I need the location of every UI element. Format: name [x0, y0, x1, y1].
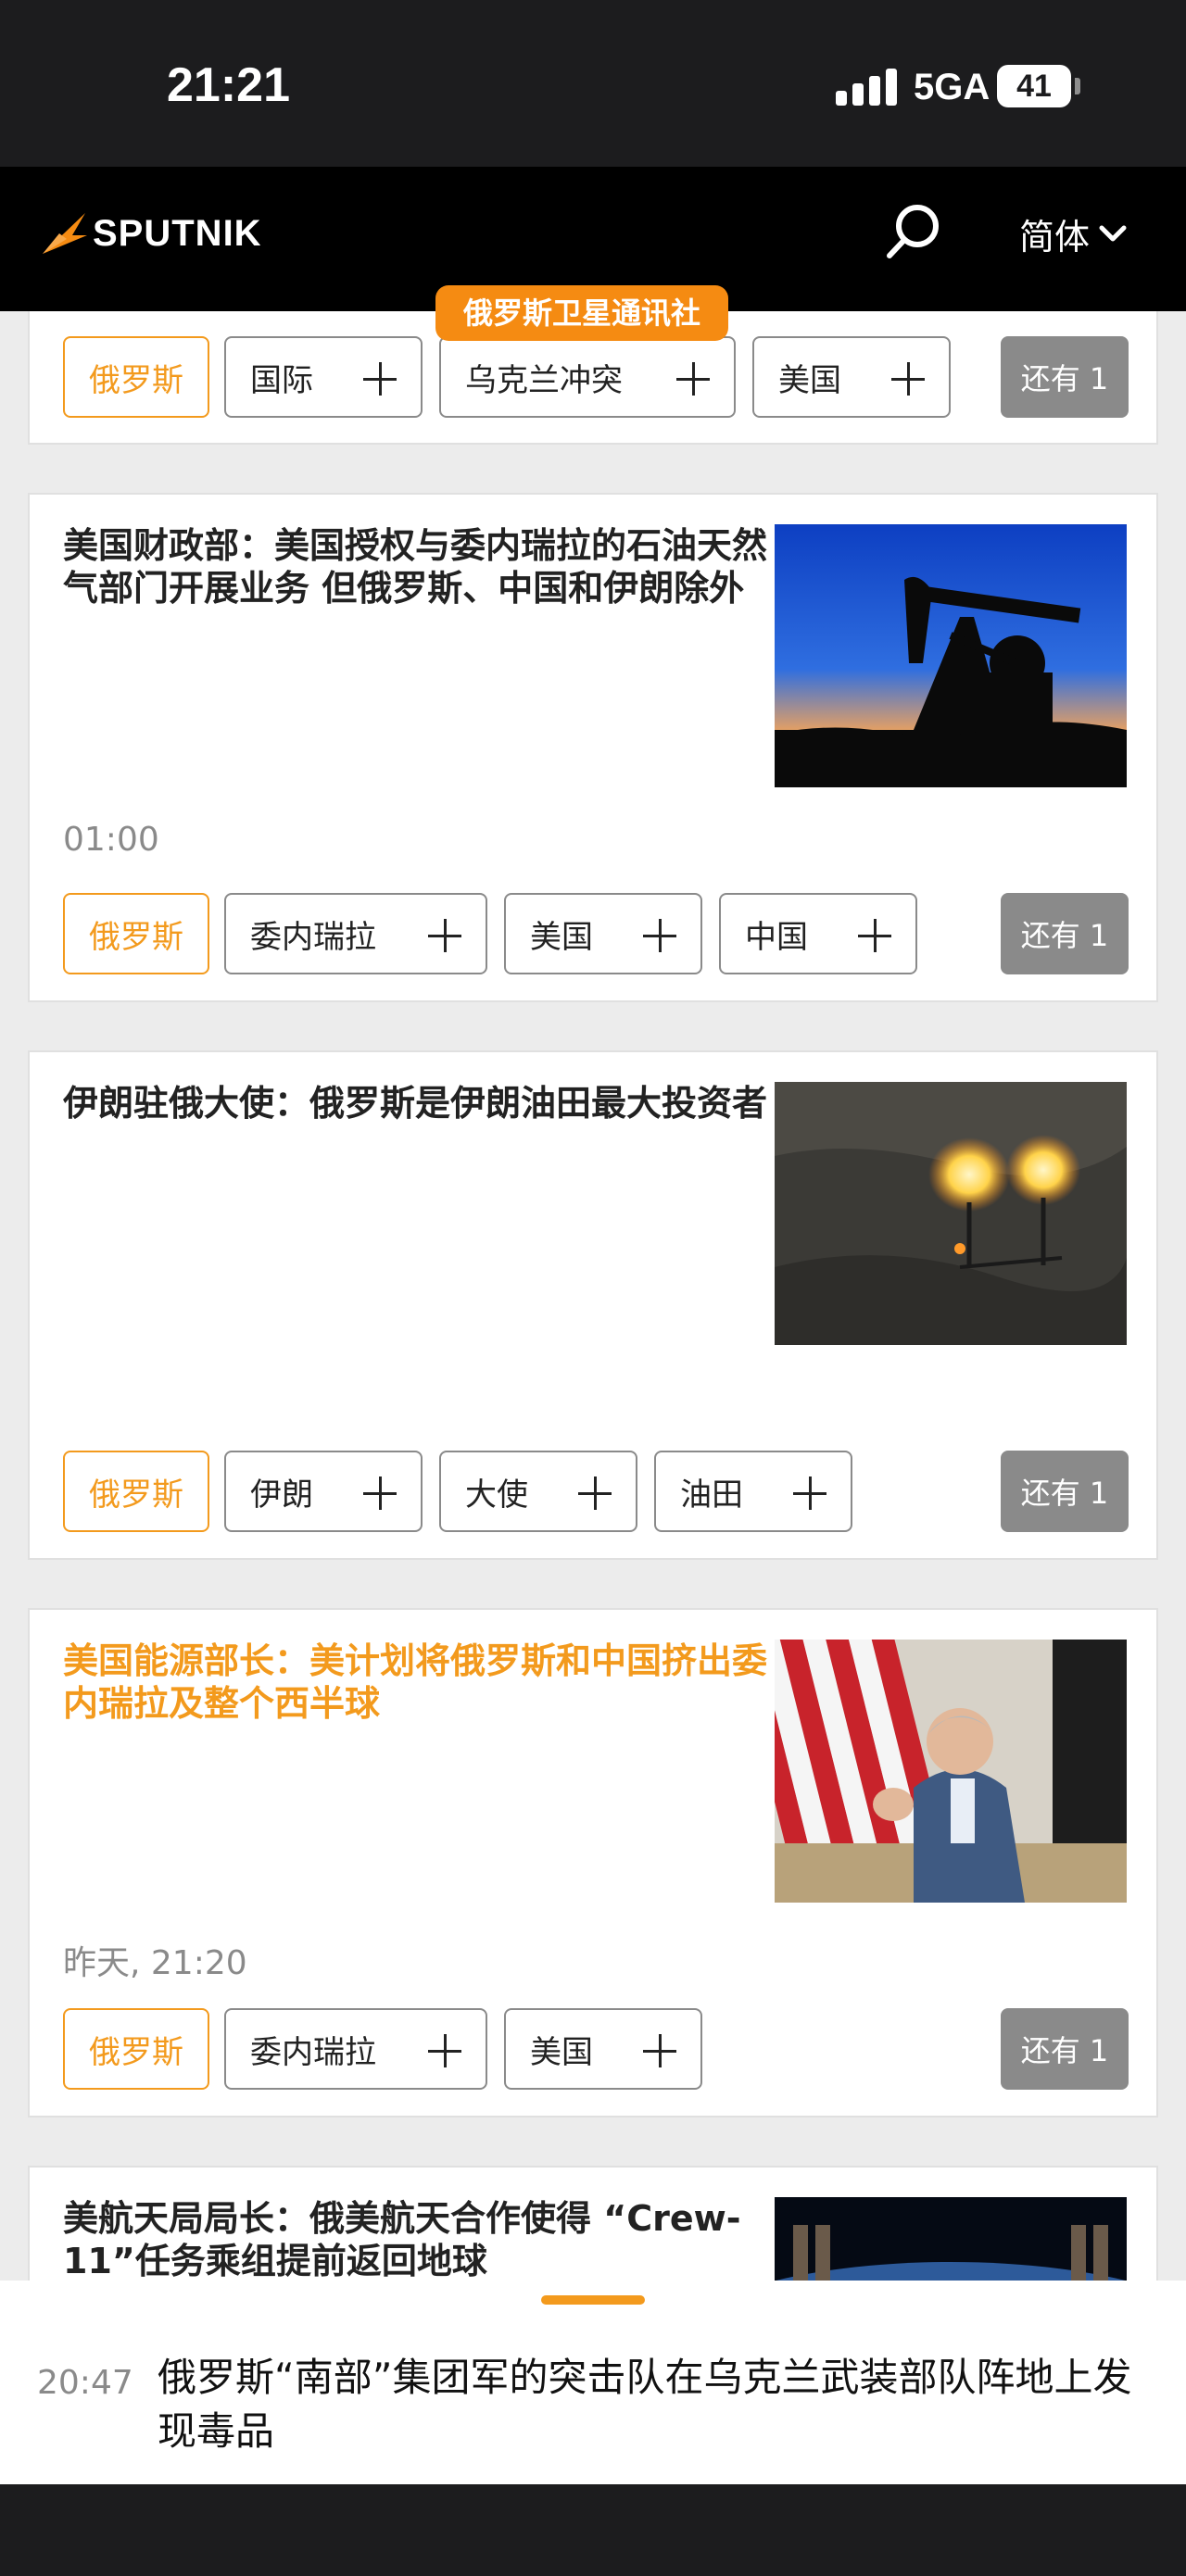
tag-label: 伊朗 [250, 1476, 313, 1514]
more-tags-button[interactable]: 还有 1 [1001, 336, 1129, 418]
tag-label: 大使 [465, 1476, 528, 1514]
article-title[interactable]: 美国财政部：美国授权与委内瑞拉的石油天然气部门开展业务 但俄罗斯、中国和伊朗除外 [63, 524, 776, 609]
tag-label: 美国 [530, 918, 593, 956]
plus-icon [363, 1476, 397, 1510]
plus-icon [428, 2034, 461, 2067]
sputnik-logo[interactable]: SPUTNIK [39, 206, 262, 261]
news-ticker[interactable]: 20:47 俄罗斯“南部”集团军的突击队在乌克兰武装部队阵地上发现毒品 [0, 2281, 1186, 2484]
article-title[interactable]: 美航天局局长：俄美航天合作使得 “Crew-11”任务乘组提前返回地球 [63, 2197, 776, 2281]
tag[interactable]: 乌克兰冲突 [439, 336, 736, 418]
tag[interactable]: 中国 [719, 893, 917, 974]
news-card[interactable]: 美国财政部：美国授权与委内瑞拉的石油天然气部门开展业务 但俄罗斯、中国和伊朗除外 [28, 493, 1158, 1002]
plus-icon [363, 362, 397, 396]
status-bar: 21:21 5GA 41 [0, 0, 1186, 167]
article-thumbnail[interactable] [775, 1082, 1127, 1345]
tag-label: 油田 [680, 1476, 743, 1514]
news-card[interactable]: 美国能源部长：美计划将俄罗斯和中国挤出委内瑞拉及整个西半球 昨天, 21:20 … [28, 1608, 1158, 2117]
article-title[interactable]: 美国能源部长：美计划将俄罗斯和中国挤出委内瑞拉及整个西半球 [63, 1640, 776, 1725]
news-card[interactable]: 美航天局局长：俄美航天合作使得 “Crew-11”任务乘组提前返回地球 [28, 2166, 1158, 2281]
plus-icon [578, 1476, 612, 1510]
tag-primary[interactable]: 俄罗斯 [63, 2008, 209, 2090]
tag[interactable]: 油田 [654, 1451, 852, 1532]
plus-icon [891, 362, 925, 396]
space-station-image [775, 2197, 1127, 2281]
plus-icon [858, 919, 891, 952]
more-tags-button[interactable]: 还有 1 [1001, 1451, 1129, 1532]
tag-label: 美国 [530, 2033, 593, 2071]
brand-badge: 俄罗斯卫星通讯社 [435, 285, 729, 341]
more-tags-button[interactable]: 还有 1 [1001, 893, 1129, 974]
gas-flare-image [775, 1082, 1127, 1345]
tag-row: 俄罗斯 委内瑞拉 美国 还有 1 [63, 2008, 1129, 2090]
language-selector[interactable]: 简体 [1019, 204, 1127, 263]
sputnik-logo-icon [43, 213, 87, 254]
ticker-handle[interactable] [541, 2295, 645, 2305]
tag[interactable]: 委内瑞拉 [224, 893, 487, 974]
plus-icon [676, 362, 710, 396]
language-label: 简体 [1019, 216, 1091, 258]
plus-icon [428, 919, 461, 952]
home-indicator-bar [0, 2484, 1186, 2576]
search-icon [887, 205, 939, 258]
battery-tip [1075, 78, 1080, 94]
signal-icon [836, 67, 897, 106]
tag-label: 委内瑞拉 [250, 2033, 376, 2071]
tag-row: 俄罗斯 委内瑞拉 美国 中国 还有 1 [63, 893, 1129, 974]
tag-label: 国际 [250, 361, 313, 399]
article-time: 01:00 [63, 821, 159, 859]
plus-icon [643, 2034, 676, 2067]
search-button[interactable] [880, 198, 947, 265]
tag[interactable]: 国际 [224, 336, 423, 418]
tag-label: 中国 [745, 918, 808, 956]
ticker-headline[interactable]: 俄罗斯“南部”集团军的突击队在乌克兰武装部队阵地上发现毒品 [158, 2351, 1158, 2458]
speaker-photo-image [775, 1640, 1127, 1903]
article-thumbnail[interactable] [775, 1640, 1127, 1903]
more-tags-button[interactable]: 还有 1 [1001, 2008, 1129, 2090]
tag-label: 委内瑞拉 [250, 918, 376, 956]
status-time: 21:21 [167, 58, 290, 112]
tag-label: 美国 [778, 361, 841, 399]
tag-label: 乌克兰冲突 [465, 361, 623, 399]
news-card[interactable]: 伊朗驻俄大使：俄罗斯是伊朗油田最大投资者 俄罗斯 伊朗 大使 油田 还有 1 [28, 1050, 1158, 1560]
oil-pump-image [775, 524, 1127, 787]
chevron-down-icon [1099, 225, 1127, 242]
news-feed[interactable]: 俄罗斯 国际 乌克兰冲突 美国 还有 1 美国财政部：美国授权与委内瑞拉的石油天… [0, 311, 1186, 2281]
tag-primary[interactable]: 俄罗斯 [63, 1451, 209, 1532]
tag[interactable]: 委内瑞拉 [224, 2008, 487, 2090]
article-thumbnail[interactable] [775, 524, 1127, 787]
tag[interactable]: 大使 [439, 1451, 637, 1532]
tag-row: 俄罗斯 伊朗 大使 油田 还有 1 [63, 1451, 1129, 1532]
network-label: 5GA [914, 67, 990, 107]
article-thumbnail[interactable] [775, 2197, 1127, 2281]
tag[interactable]: 美国 [504, 893, 702, 974]
article-time: 昨天, 21:20 [63, 1944, 247, 1982]
ticker-time: 20:47 [37, 2364, 133, 2402]
tag[interactable]: 伊朗 [224, 1451, 423, 1532]
plus-icon [793, 1476, 826, 1510]
battery-icon: 41 [997, 65, 1071, 107]
plus-icon [643, 919, 676, 952]
article-title[interactable]: 伊朗驻俄大使：俄罗斯是伊朗油田最大投资者 [63, 1082, 776, 1125]
logo-text: SPUTNIK [93, 212, 262, 254]
tag-row: 俄罗斯 国际 乌克兰冲突 美国 还有 1 [63, 336, 1129, 418]
tag[interactable]: 美国 [504, 2008, 702, 2090]
tag-primary[interactable]: 俄罗斯 [63, 893, 209, 974]
tag[interactable]: 美国 [752, 336, 951, 418]
tag-primary[interactable]: 俄罗斯 [63, 336, 209, 418]
